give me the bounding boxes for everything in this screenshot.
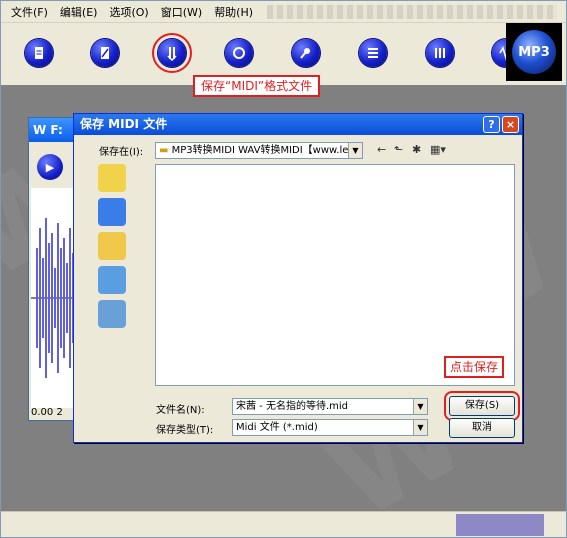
my-documents-icon[interactable] bbox=[98, 232, 126, 260]
close-button[interactable]: × bbox=[502, 116, 519, 133]
my-computer-icon[interactable] bbox=[98, 266, 126, 294]
document-icon[interactable] bbox=[25, 39, 53, 67]
save-in-label: 保存在(I): bbox=[99, 147, 144, 158]
chevron-down-icon[interactable]: ▼ bbox=[413, 399, 427, 414]
blurred-title-text bbox=[267, 4, 558, 19]
desktop-icon[interactable] bbox=[98, 198, 126, 226]
view-menu-icon[interactable]: ▦▾ bbox=[430, 143, 446, 156]
save-midi-icon[interactable] bbox=[152, 33, 192, 73]
menu-window[interactable]: 窗口(W) bbox=[155, 4, 208, 20]
save-in-combo[interactable]: ▬ MP3转换MIDI WAV转换MIDI【www.leawo.c ▼ bbox=[155, 142, 363, 159]
filetype-label: 保存类型(T): bbox=[156, 425, 214, 436]
help-button[interactable]: ? bbox=[483, 116, 500, 133]
back-arrow-icon[interactable]: ← bbox=[377, 143, 386, 156]
stop-icon[interactable] bbox=[225, 39, 253, 67]
time-ruler: 0.00 2 bbox=[31, 407, 63, 418]
menu-bar: 文件(F) 编辑(E) 选项(O) 窗口(W) 帮助(H) bbox=[1, 1, 566, 23]
equalizer-icon[interactable] bbox=[426, 39, 454, 67]
recent-folder-icon[interactable] bbox=[98, 164, 126, 192]
status-segment bbox=[456, 514, 544, 536]
microphone-icon[interactable] bbox=[292, 39, 320, 67]
chevron-down-icon[interactable]: ▼ bbox=[348, 143, 362, 158]
app-window: 文件(F) 编辑(E) 选项(O) 窗口(W) 帮助(H) MP3 保存“MID… bbox=[0, 0, 567, 538]
logo-ball: MP3 bbox=[512, 30, 556, 74]
new-folder-icon[interactable]: ✱ bbox=[412, 143, 421, 156]
list-icon[interactable] bbox=[359, 39, 387, 67]
status-bar bbox=[1, 511, 566, 537]
folder-icon: ▬ bbox=[159, 145, 169, 156]
app-logo: MP3 bbox=[506, 23, 562, 81]
places-bar bbox=[98, 164, 134, 334]
dialog-title-bar: 保存 MIDI 文件 ? × bbox=[74, 114, 522, 135]
save-in-value: MP3转换MIDI WAV转换MIDI【www.leawo.c bbox=[171, 145, 363, 156]
filename-value: 宋茜 - 无名指的等待.mid bbox=[236, 401, 349, 412]
dialog-title: 保存 MIDI 文件 bbox=[80, 117, 168, 131]
filename-input[interactable]: 宋茜 - 无名指的等待.mid ▼ bbox=[232, 398, 428, 415]
filename-label: 文件名(N): bbox=[156, 405, 205, 416]
menu-options[interactable]: 选项(O) bbox=[103, 4, 154, 20]
network-icon[interactable] bbox=[98, 300, 126, 328]
pen-icon[interactable] bbox=[91, 39, 119, 67]
click-save-callout: 点击保存 bbox=[444, 356, 504, 378]
filetype-select[interactable]: Midi 文件 (*.mid) ▼ bbox=[232, 419, 428, 436]
save-button[interactable]: 保存(S) bbox=[444, 391, 520, 421]
file-list[interactable] bbox=[155, 164, 515, 386]
menu-file[interactable]: 文件(F) bbox=[5, 4, 54, 20]
chevron-down-icon[interactable]: ▼ bbox=[413, 420, 427, 435]
filetype-value: Midi 文件 (*.mid) bbox=[236, 422, 318, 433]
waveform-view[interactable] bbox=[31, 188, 77, 408]
menu-edit[interactable]: 编辑(E) bbox=[54, 4, 104, 20]
play-icon[interactable]: ▶ bbox=[37, 154, 63, 180]
menu-help[interactable]: 帮助(H) bbox=[208, 4, 259, 20]
save-midi-callout: 保存“MIDI”格式文件 bbox=[193, 75, 321, 97]
save-midi-dialog: 保存 MIDI 文件 ? × 保存在(I): ▬ MP3转换MIDI WAV转换… bbox=[73, 113, 523, 443]
cancel-button[interactable]: 取消 bbox=[449, 418, 515, 438]
up-folder-icon[interactable]: ⬑ bbox=[394, 143, 403, 156]
